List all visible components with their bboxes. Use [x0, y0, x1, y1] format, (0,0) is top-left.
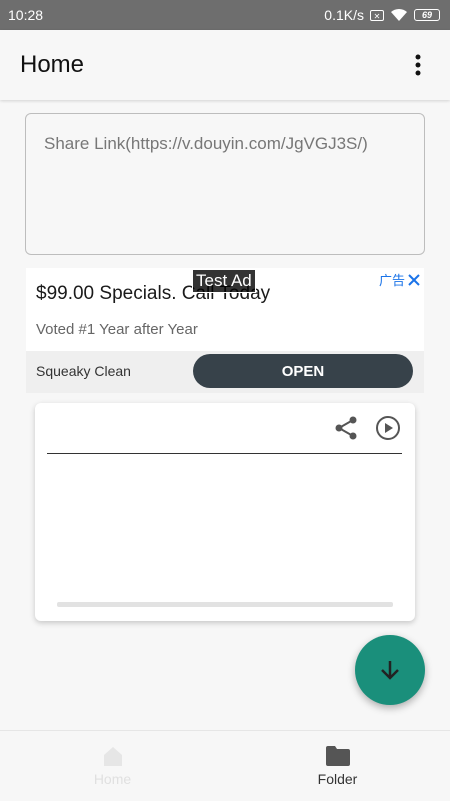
share-link-input[interactable]: Share Link(https://v.douyin.com/JgVGJ3S/… — [25, 113, 425, 255]
network-speed: 0.1K/s — [324, 7, 364, 23]
folder-icon — [325, 746, 350, 766]
card-divider — [47, 453, 402, 454]
status-time: 10:28 — [8, 7, 44, 23]
share-link-placeholder: Share Link(https://v.douyin.com/JgVGJ3S/… — [44, 134, 368, 153]
ad-choices[interactable]: 广告 — [379, 270, 420, 289]
bottom-navigation: Home Folder — [0, 730, 450, 801]
ad-subtext: Voted #1 Year after Year — [36, 321, 198, 338]
status-bar: 10:28 0.1K/s ✕ 69 — [0, 0, 450, 30]
ad-footer: Squeaky Clean OPEN — [26, 351, 424, 393]
battery-indicator: 69 — [414, 9, 440, 21]
ad-advertiser: Squeaky Clean — [36, 363, 131, 379]
nav-item-folder[interactable]: Folder — [225, 731, 450, 801]
nav-item-home[interactable]: Home — [0, 731, 225, 801]
video-result-card — [35, 403, 415, 621]
no-sim-icon: ✕ — [370, 9, 384, 21]
close-icon[interactable] — [408, 273, 420, 286]
card-scrollbar[interactable] — [57, 602, 393, 607]
page-title: Home — [20, 51, 85, 78]
status-indicators: 0.1K/s ✕ 69 — [324, 7, 440, 23]
play-icon[interactable] — [375, 415, 401, 441]
wifi-icon — [391, 8, 407, 21]
nav-label-folder: Folder — [317, 771, 358, 787]
share-icon[interactable] — [333, 415, 359, 441]
arrow-down-icon — [381, 661, 399, 680]
overflow-menu-button[interactable] — [406, 45, 430, 85]
home-icon — [103, 747, 122, 766]
ad-badge-label: 广告 — [378, 273, 405, 288]
ad-open-button[interactable]: OPEN — [193, 354, 413, 388]
test-ad-label: Test Ad — [192, 269, 256, 293]
more-vert-icon — [415, 54, 421, 76]
app-toolbar: Home — [0, 30, 450, 100]
card-actions — [333, 415, 401, 441]
nav-label-home: Home — [93, 771, 132, 787]
download-fab[interactable] — [355, 635, 425, 705]
